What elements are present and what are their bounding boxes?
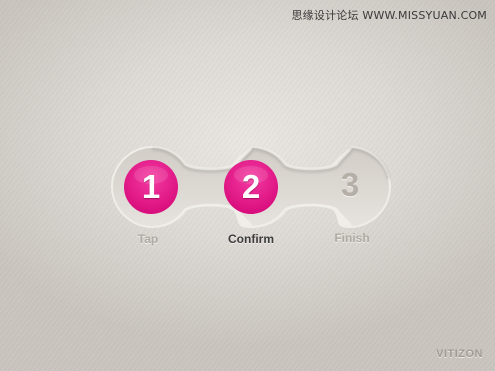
step-1-number[interactable]: 1 (123, 159, 179, 215)
watermark: 思缘设计论坛 WWW.MISSYUAN.COM (291, 9, 487, 22)
step-2-label: Confirm (228, 232, 274, 246)
brand-logo: VITIZON (436, 348, 483, 360)
step-2-number[interactable]: 2 (223, 159, 279, 215)
step-3-label: Finish (334, 231, 370, 245)
step-1-label: Tap (137, 232, 159, 246)
step-3-number[interactable]: 3 (322, 157, 378, 213)
